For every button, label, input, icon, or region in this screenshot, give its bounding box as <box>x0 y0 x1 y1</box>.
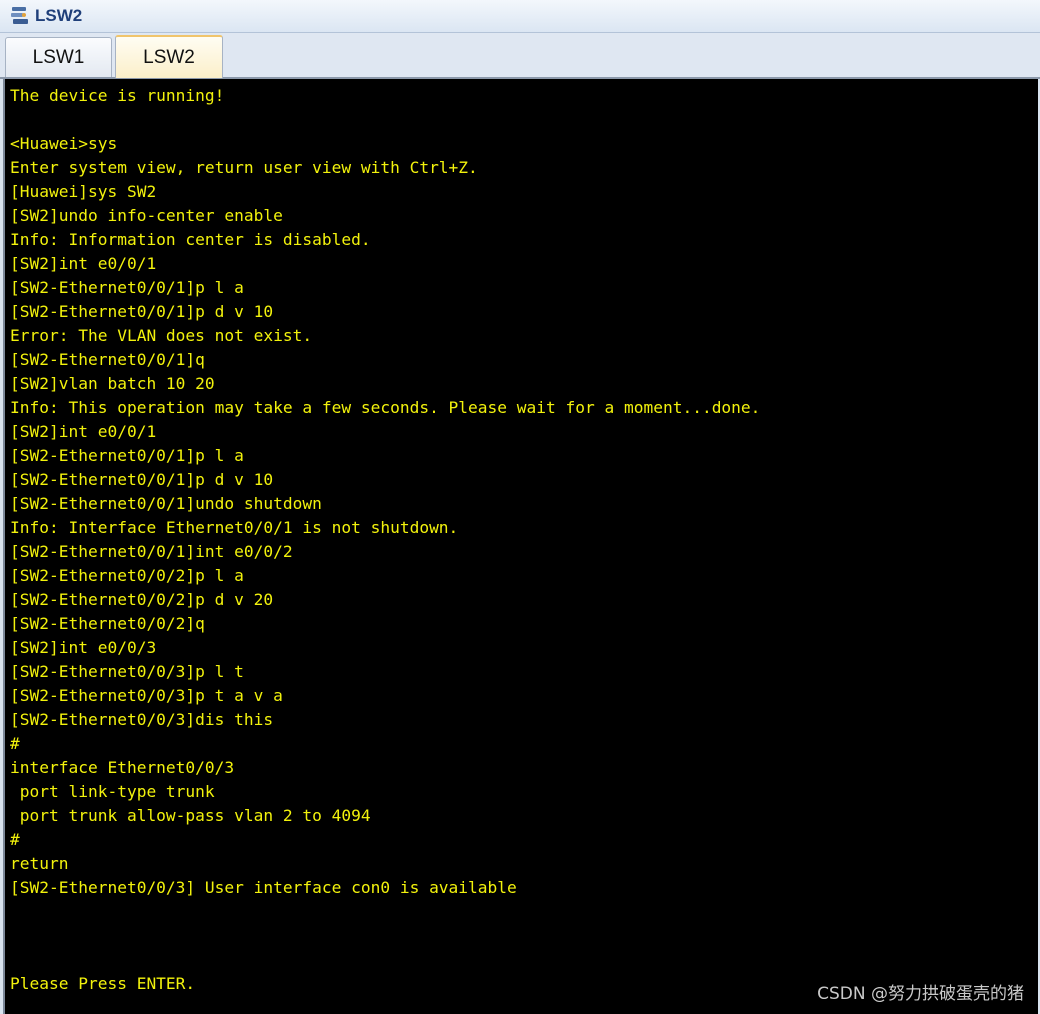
console-line: [SW2-Ethernet0/0/3]p l t <box>10 662 244 681</box>
console-line: [SW2-Ethernet0/0/3]p t a v a <box>10 686 283 705</box>
console-line: [SW2-Ethernet0/0/1]q <box>10 350 205 369</box>
console-line: [SW2-Ethernet0/0/1]p d v 10 <box>10 470 274 489</box>
console-line: Enter system view, return user view with… <box>10 158 478 177</box>
terminal-console[interactable]: The device is running! <Huawei>sys Enter… <box>3 79 1038 1014</box>
console-output: The device is running! <Huawei>sys Enter… <box>5 79 1038 996</box>
console-line: [SW2]vlan batch 10 20 <box>10 374 215 393</box>
window-title: LSW2 <box>35 6 83 25</box>
tab-lsw2[interactable]: LSW2 <box>115 35 223 78</box>
console-line: [SW2-Ethernet0/0/3] User interface con0 … <box>10 878 517 897</box>
console-line: [SW2-Ethernet0/0/1]int e0/0/2 <box>10 542 293 561</box>
console-line: [SW2-Ethernet0/0/1]undo shutdown <box>10 494 322 513</box>
console-line: [SW2-Ethernet0/0/1]p l a <box>10 278 244 297</box>
console-line: # <box>10 830 20 849</box>
console-line: [SW2-Ethernet0/0/3]dis this <box>10 710 274 729</box>
console-line: Error: The VLAN does not exist. <box>10 326 313 345</box>
network-device-icon <box>11 7 28 24</box>
console-line: [SW2]int e0/0/1 <box>10 422 157 441</box>
console-line: The device is running! <box>10 86 225 105</box>
console-line: Please Press ENTER. <box>10 974 196 993</box>
console-line: interface Ethernet0/0/3 <box>10 758 235 777</box>
tab-lsw2-label: LSW2 <box>143 46 195 68</box>
console-line: [SW2]int e0/0/1 <box>10 254 157 273</box>
console-line: [Huawei]sys SW2 <box>10 182 157 201</box>
watermark: CSDN @努力拱破蛋壳的猪 <box>817 984 1024 1004</box>
console-line: [SW2-Ethernet0/0/1]p d v 10 <box>10 302 274 321</box>
console-line: <Huawei>sys <box>10 134 118 153</box>
tab-lsw1-label: LSW1 <box>32 46 85 68</box>
console-line: # <box>10 734 20 753</box>
console-line: [SW2]undo info-center enable <box>10 206 283 225</box>
console-line: [SW2-Ethernet0/0/2]p d v 20 <box>10 590 274 609</box>
console-line: port trunk allow-pass vlan 2 to 4094 <box>10 806 371 825</box>
console-line: Info: Interface Ethernet0/0/1 is not shu… <box>10 518 459 537</box>
console-line: Info: Information center is disabled. <box>10 230 371 249</box>
console-line: [SW2]int e0/0/3 <box>10 638 157 657</box>
tab-bar: LSW1 LSW2 <box>0 33 1040 79</box>
window-titlebar: LSW2 <box>0 0 1040 33</box>
console-line: Info: This operation may take a few seco… <box>10 398 761 417</box>
console-line: [SW2-Ethernet0/0/2]q <box>10 614 205 633</box>
tab-lsw1[interactable]: LSW1 <box>5 37 112 77</box>
console-line: [SW2-Ethernet0/0/1]p l a <box>10 446 244 465</box>
console-line: return <box>10 854 69 873</box>
console-line: port link-type trunk <box>10 782 215 801</box>
console-line: [SW2-Ethernet0/0/2]p l a <box>10 566 244 585</box>
